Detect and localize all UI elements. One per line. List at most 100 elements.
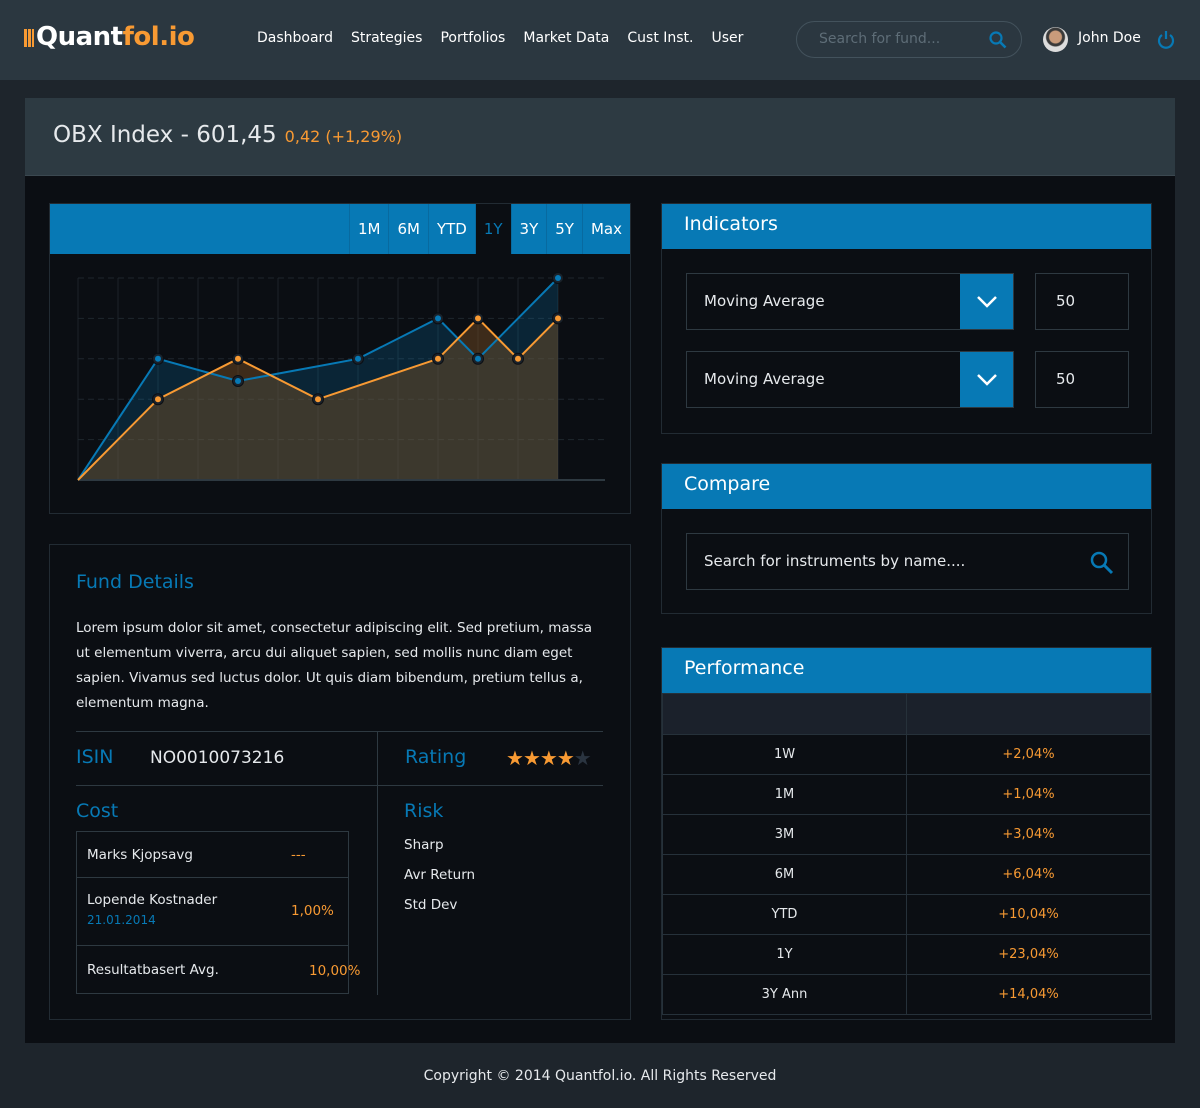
range-tabs: 1M 6M YTD 1Y 3Y 5Y Max [50,204,630,254]
risk-label: Risk [404,800,444,822]
performance-row: 3M +3,04% [662,814,1151,855]
nav-dashboard[interactable]: Dashboard [257,30,333,46]
blue-point [475,355,481,362]
orange-point [475,315,481,322]
return: +3,04% [906,814,1151,855]
blue-point [435,315,441,322]
range-tab-ytd[interactable]: YTD [427,204,475,254]
indicator-period-input[interactable]: 50 [1035,351,1129,408]
isin-value: NO0010073216 [150,748,285,768]
blue-point [235,378,241,385]
cost-label: Cost [76,800,119,822]
chevron-down-icon[interactable] [960,352,1013,407]
index-header: OBX Index - 601,45 0,42 (+1,29%) [25,98,1175,176]
price-chart [77,272,605,481]
main-nav: Dashboard Strategies Portfolios Market D… [257,30,743,46]
orange-point [555,315,561,322]
indicator-select[interactable]: Moving Average [686,273,1014,330]
avatar[interactable] [1043,27,1068,52]
performance-title: Performance [662,648,1151,693]
indicators-panel: Indicators Moving Average 50 Moving Aver… [661,203,1152,434]
risk-avr-return: Avr Return [404,867,476,883]
indicators-title: Indicators [662,204,1151,249]
period: 3M [662,814,907,855]
performance-row: YTD +10,04% [662,894,1151,935]
compare-panel: Compare Search for instruments by name..… [661,463,1152,614]
period: 1W [662,734,907,775]
nav-strategies[interactable]: Strategies [351,30,423,46]
star-icon: ★ [539,746,558,770]
orange-point [515,355,521,362]
rating-label: Rating [405,746,467,768]
performance-panel: Performance 1W +2,04% 1M +1,04% 3M +3,04% 6M +6… [661,647,1152,1020]
period: 6M [662,854,907,895]
return: +1,04% [906,774,1151,815]
nav-user[interactable]: User [712,30,744,46]
performance-row: 1Y +23,04% [662,934,1151,975]
range-tab-max[interactable]: Max [581,204,630,254]
range-tab-1m[interactable]: 1M [348,204,389,254]
performance-row: 6M +6,04% [662,854,1151,895]
performance-row: 3Y Ann +14,04% [662,974,1151,1015]
user-name[interactable]: John Doe [1078,30,1141,46]
logo-bars-icon [24,29,34,47]
compare-search-input[interactable]: Search for instruments by name.... [686,533,1129,590]
return: +6,04% [906,854,1151,895]
fund-details-title: Fund Details [76,571,194,593]
indicator-period-input[interactable]: 50 [1035,273,1129,330]
risk-std-dev: Std Dev [404,897,458,913]
orange-point [435,355,441,362]
search-icon[interactable] [989,31,1007,53]
nav-portfolios[interactable]: Portfolios [440,30,505,46]
search-icon[interactable] [1090,551,1114,579]
return: +23,04% [906,934,1151,975]
compare-title: Compare [662,464,1151,509]
rating-stars: ★★★★★ [506,746,592,770]
index-change: 0,42 (+1,29%) [284,127,403,146]
range-tab-5y[interactable]: 5Y [546,204,582,254]
star-icon: ★ [556,746,575,770]
orange-point [235,355,241,362]
period: 3Y Ann [662,974,907,1015]
fund-details-panel: Fund Details Lorem ipsum dolor sit amet,… [49,544,631,1020]
star-icon: ★ [506,746,524,770]
fund-search [796,21,1022,58]
cost-row: Lopende Kostnader 21.01.2014 1,00% [77,878,348,946]
indicator-select[interactable]: Moving Average [686,351,1014,408]
nav-cust-inst[interactable]: Cust Inst. [627,30,693,46]
range-tab-6m[interactable]: 6M [388,204,428,254]
performance-table: 1W +2,04% 1M +1,04% 3M +3,04% 6M +6,04% YTD +10,0… [662,693,1151,1015]
period: YTD [662,894,907,935]
return: +2,04% [906,734,1151,775]
nav-market-data[interactable]: Market Data [523,30,609,46]
cost-row: Marks Kjopsavg --- [77,832,348,878]
blue-point [555,275,561,281]
chevron-down-icon[interactable] [960,274,1013,329]
return: +14,04% [906,974,1151,1015]
index-title: OBX Index - 601,45 [53,122,277,148]
return: +10,04% [906,894,1151,935]
fund-description: Lorem ipsum dolor sit amet, consectetur … [76,620,593,711]
star-icon: ★ [573,746,592,770]
cost-row: Resultatbasert Avg. 10,00% [87,962,361,979]
blue-point [155,355,161,362]
chart-panel: 1M 6M YTD 1Y 3Y 5Y Max [49,203,631,514]
period: 1Y [662,934,907,975]
main-content: OBX Index - 601,45 0,42 (+1,29%) 1M 6M YTD 1… [25,98,1175,1043]
period: 1M [662,774,907,815]
isin-label: ISIN [76,746,114,768]
performance-row: 1M +1,04% [662,774,1151,815]
performance-row: 1W +2,04% [662,734,1151,775]
power-icon[interactable] [1157,30,1175,54]
footer-copyright: Copyright © 2014 Quantfol.io. All Rights… [423,1068,777,1084]
star-icon: ★ [522,746,541,770]
orange-point [155,396,161,403]
logo[interactable]: Quantfol.io [24,22,195,52]
range-tab-3y[interactable]: 3Y [510,204,547,254]
blue-point [355,355,361,362]
cost-table: Marks Kjopsavg --- Lopende Kostnader 21.01… [76,831,361,994]
top-navbar: Quantfol.io Dashboard Strategies Portfol… [0,0,1200,80]
orange-point [315,396,321,403]
fund-search-input[interactable] [819,31,979,47]
range-tab-1y[interactable]: 1Y [474,204,511,254]
